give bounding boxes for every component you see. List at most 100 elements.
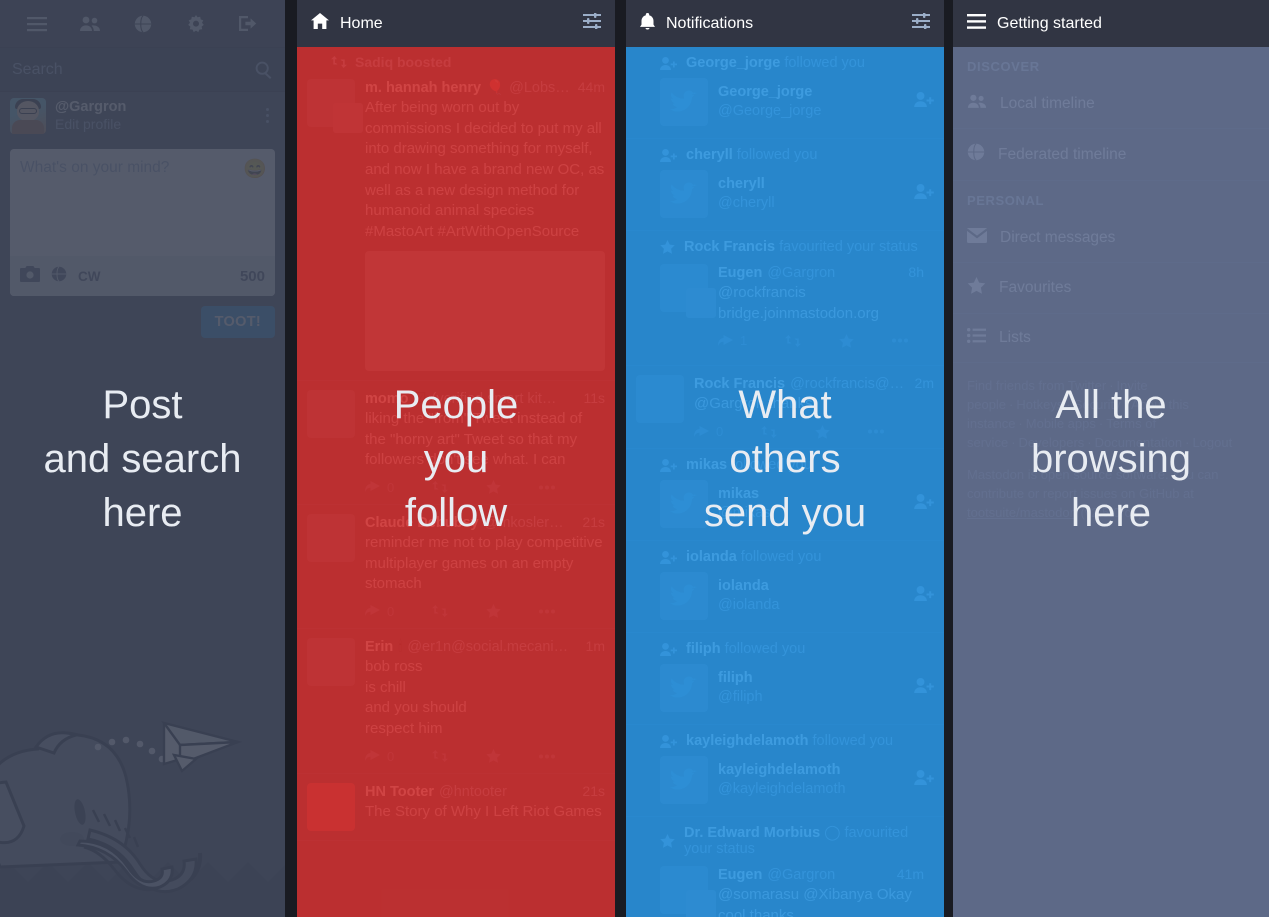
notification-account-row[interactable]: filiph @filiph [636, 657, 934, 716]
favourite-action[interactable] [486, 749, 501, 763]
avatar[interactable] [660, 170, 708, 218]
status-display-name[interactable]: momo [365, 391, 409, 407]
notification-item[interactable]: kayleighdelamoth followed you kayleighde… [626, 725, 944, 818]
follow-back-button[interactable] [914, 494, 934, 514]
boost-action[interactable] [432, 605, 449, 618]
notification-item[interactable]: Dr. Edward Morbius ◯ favourited your sta… [626, 817, 944, 917]
avatar[interactable] [660, 480, 708, 529]
menu-item-lists[interactable]: Lists [953, 314, 1269, 363]
avatar[interactable] [307, 782, 355, 831]
menu-item-federated-timeline[interactable]: Federated timeline [953, 129, 1269, 181]
reply-action[interactable]: 0 [365, 604, 394, 619]
avatar[interactable] [307, 513, 355, 562]
status-action-bar[interactable]: 0 [365, 604, 605, 619]
reply-action[interactable]: 0 [365, 749, 394, 764]
favourite-action[interactable] [486, 480, 501, 495]
reply-action[interactable]: 0 [694, 424, 723, 439]
globe-icon[interactable] [128, 10, 158, 38]
search-input[interactable] [0, 47, 285, 92]
toot-button[interactable]: TOOT! [200, 306, 275, 338]
more-options-icon[interactable] [260, 104, 275, 127]
footer-links[interactable]: Find friends from Twitter · Invite people ·… [953, 363, 1269, 466]
avatar[interactable] [307, 79, 363, 133]
status-action-bar[interactable]: 0 [365, 480, 605, 495]
notification-item[interactable]: Rock Francis @rockfrancis@s… 2m @Gargron… [626, 366, 944, 450]
notification-item[interactable]: Rock Francis favourited your status Euge… [626, 231, 944, 367]
avatar[interactable] [660, 866, 716, 917]
notification-item[interactable]: cheryll followed you cheryll @cheryll [626, 139, 944, 231]
avatar[interactable] [307, 389, 355, 438]
link-hotkeys[interactable]: Hotkeys [1016, 397, 1063, 412]
notifications-column-header[interactable]: Notifications [626, 0, 944, 47]
favourite-action[interactable] [815, 424, 830, 439]
status-display-name[interactable]: m. hannah henry [365, 80, 481, 96]
notifications-list[interactable]: George_jorge followed you George_jorge @… [626, 47, 944, 917]
status-item[interactable]: Erin 🕯 @er1n@social.mecani… 1m bob ross … [297, 629, 615, 774]
follow-back-button[interactable] [914, 586, 934, 606]
status-action-bar[interactable]: 0 [365, 749, 605, 764]
status-action-bar[interactable]: 1 [718, 333, 924, 348]
getting-started-body[interactable]: DISCOVER Local timeline Federated timeli… [953, 47, 1269, 917]
notification-item[interactable]: George_jorge followed you George_jorge @… [626, 47, 944, 139]
visibility-globe-icon[interactable] [51, 265, 67, 287]
notification-item[interactable]: filiph followed you filiph @filiph [626, 633, 944, 726]
boost-action[interactable] [761, 425, 778, 438]
more-action[interactable] [539, 485, 556, 490]
content-warning-button[interactable]: CW [78, 269, 101, 284]
hamburger-menu-icon[interactable] [22, 10, 52, 38]
edit-profile-link[interactable]: Edit profile [55, 116, 251, 134]
gear-icon[interactable] [181, 10, 211, 38]
notification-account-row[interactable]: George_jorge @George_jorge [636, 71, 934, 130]
menu-item-local-timeline[interactable]: Local timeline [953, 80, 1269, 129]
github-repo-link[interactable]: tootsuite/mastodon [967, 505, 1077, 520]
status-item[interactable]: HN Tooter @hntooter 21s The Story of Why… [297, 774, 615, 841]
more-action[interactable] [892, 338, 909, 343]
notification-status[interactable]: Eugen @Gargron 8h @rockfrancis bridge.jo… [636, 255, 934, 357]
getting-started-header[interactable]: Getting started [953, 0, 1269, 47]
compose-textarea[interactable]: What's on your mind? 😄 [10, 149, 275, 256]
avatar[interactable] [10, 97, 46, 134]
follow-back-button[interactable] [914, 770, 934, 790]
status-display-name[interactable]: Erin [365, 639, 393, 655]
avatar[interactable] [660, 756, 708, 805]
status-action-bar[interactable]: 0 [694, 424, 934, 439]
status-display-name[interactable]: HN Tooter [365, 784, 434, 800]
boost-action[interactable] [432, 750, 449, 763]
logout-icon[interactable] [234, 10, 264, 38]
column-settings-icon[interactable] [912, 12, 930, 34]
link-logout[interactable]: Logout [1192, 435, 1232, 450]
avatar[interactable] [636, 375, 684, 424]
more-action[interactable] [868, 429, 885, 434]
camera-upload-icon[interactable] [20, 265, 40, 287]
status-media-attachment[interactable] [365, 250, 605, 371]
status-display-name[interactable]: Claude Debubsy [365, 515, 479, 531]
link-security[interactable]: Security [1074, 397, 1121, 412]
boost-action[interactable] [785, 334, 802, 347]
more-action[interactable] [539, 609, 556, 614]
notification-account-row[interactable]: kayleighdelamoth @kayleighdelamoth [636, 749, 934, 808]
reply-action[interactable]: 1 [718, 333, 747, 348]
column-settings-icon[interactable] [583, 12, 601, 34]
status-item[interactable]: Claude Debubsy @mkosler@c… 21s reminder … [297, 505, 615, 629]
menu-item-favourites[interactable]: Favourites [953, 263, 1269, 314]
status-body[interactable]: m. hannah henry 🎈 @Lobst@… 44m After bei… [297, 70, 615, 381]
avatar[interactable] [660, 264, 716, 318]
notification-account-row[interactable]: iolanda @iolanda [636, 565, 934, 624]
home-column-header[interactable]: Home [297, 0, 615, 47]
more-action[interactable] [539, 754, 556, 759]
favourite-action[interactable] [839, 333, 854, 348]
notification-account-row[interactable]: cheryll @cheryll [636, 163, 934, 222]
notification-item[interactable]: iolanda followed you iolanda @iolanda [626, 541, 944, 634]
status-item[interactable]: Sadiq boosted m. hannah henry 🎈 @Lobst@…… [297, 47, 615, 381]
notification-status[interactable]: Eugen @Gargron 41m @somarasu @Xibanya Ok… [636, 857, 934, 917]
profile-row[interactable]: @Gargron Edit profile [0, 91, 285, 139]
link-developers[interactable]: Developers [1019, 435, 1085, 450]
reply-action[interactable]: 0 [365, 480, 394, 495]
avatar[interactable] [660, 78, 708, 126]
search-bar[interactable] [0, 47, 285, 92]
menu-item-direct-messages[interactable]: Direct messages [953, 214, 1269, 263]
status-item[interactable]: momo ☑ (verified smart kit… 11s liking t… [297, 381, 615, 505]
community-users-icon[interactable] [75, 10, 105, 38]
boost-action[interactable] [432, 481, 449, 494]
notification-item[interactable]: mikas followed you mikas @mikas [626, 449, 944, 542]
